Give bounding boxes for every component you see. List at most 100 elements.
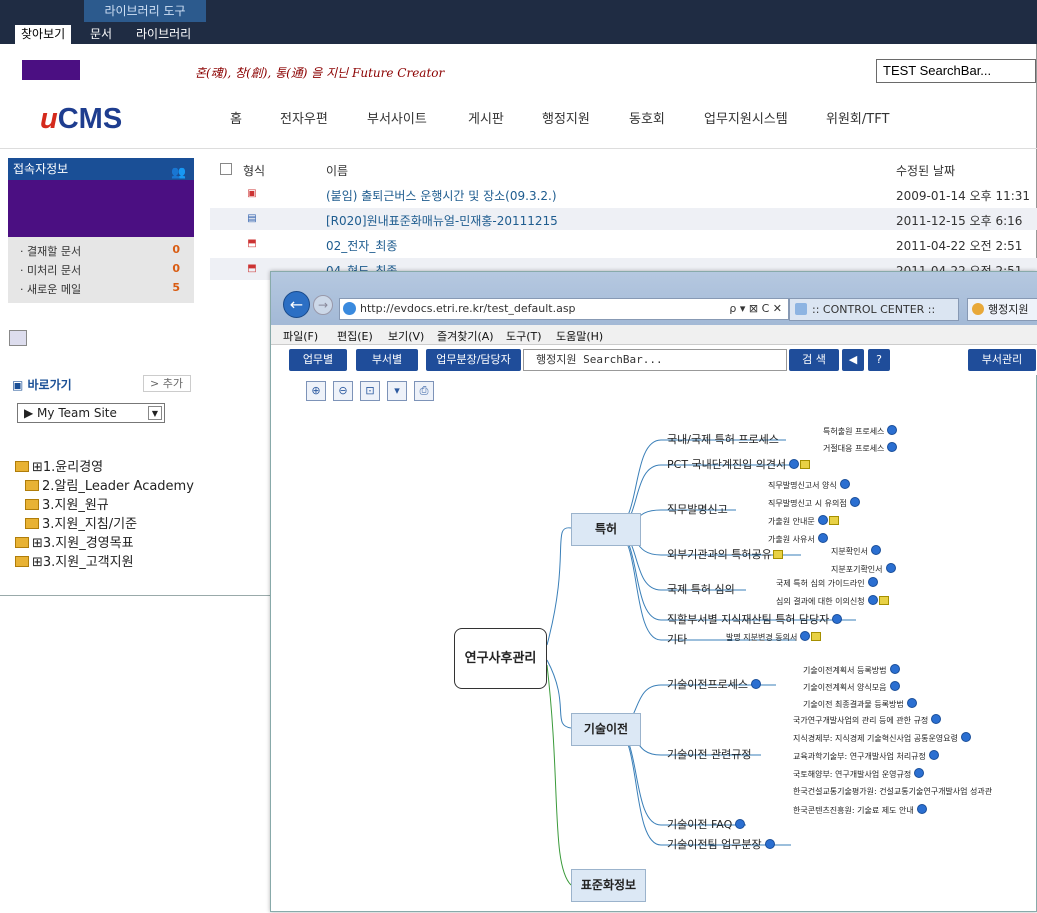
- assignment-button[interactable]: 업무분장/담당자: [426, 349, 521, 371]
- node-tt-rules[interactable]: 기술이전 관련규정: [667, 746, 751, 762]
- table-row[interactable]: ▤ [R020]원내표준화매뉴얼-민재홍-20111215 2011-12-15 오…: [210, 208, 1037, 230]
- tree-item[interactable]: 3.지원_원규: [25, 494, 109, 513]
- zoom-out-icon[interactable]: ⊖: [333, 381, 353, 401]
- ucms-logo[interactable]: uCMS: [40, 103, 122, 136]
- node-leaf[interactable]: 특허출원 프로세스: [823, 425, 898, 437]
- node-leaf[interactable]: 기술이전 최종결과물 등록방법: [803, 698, 917, 710]
- node-leaf[interactable]: 기술이전계획서 양식모음: [803, 681, 900, 693]
- address-bar[interactable]: http://evdocs.etri.re.kr/test_default.as…: [339, 298, 789, 320]
- tree-item[interactable]: 3.지원_지침/기준: [25, 513, 137, 532]
- table-row[interactable]: ⬒ 02_전자_최종 2011-04-22 오전 2:51: [210, 233, 1037, 255]
- branch-standards[interactable]: 표준화정보: [571, 869, 646, 902]
- root-node[interactable]: 연구사후관리: [454, 628, 547, 689]
- folder-icon: [15, 537, 29, 548]
- node-leaf[interactable]: 지식경제부: 지식경제 기술혁신사업 공통운영요령: [793, 732, 971, 744]
- node-etc[interactable]: 기타: [667, 631, 687, 647]
- node-patent-contact[interactable]: 직할부서별 지식재산팀 특허 담당자: [667, 611, 843, 627]
- word-icon: ▤: [247, 213, 257, 224]
- by-task-button[interactable]: 업무별: [289, 349, 347, 371]
- page-icon: [795, 303, 807, 315]
- node-patent-process[interactable]: 국내/국제 특허 프로세스: [667, 431, 779, 447]
- portal-search-input[interactable]: TEST SearchBar...: [876, 59, 1036, 83]
- by-dept-button[interactable]: 부서별: [356, 349, 418, 371]
- node-leaf[interactable]: 기술이전계획서 등록방법: [803, 664, 900, 676]
- tab-library[interactable]: 라이브러리: [130, 25, 197, 44]
- node-leaf[interactable]: 직무발명신고 시 유의점: [768, 497, 860, 509]
- menu-edit[interactable]: 편집(E): [337, 328, 373, 344]
- stat-mail[interactable]: · 새로운 메일 5: [20, 281, 190, 297]
- team-site-select[interactable]: ▶ My Team Site ▼: [17, 403, 165, 423]
- node-leaf[interactable]: 가출원 사유서: [768, 533, 828, 545]
- node-leaf[interactable]: 지분확인서: [831, 545, 881, 557]
- nav-home[interactable]: 홈: [230, 108, 242, 127]
- menu-file[interactable]: 파일(F): [283, 328, 318, 344]
- nav-work-support[interactable]: 업무지원시스템: [704, 108, 788, 127]
- col-name[interactable]: 이름: [326, 162, 348, 179]
- search-button[interactable]: 검 색: [789, 349, 839, 371]
- menu-favorites[interactable]: 즐겨찾기(A): [437, 328, 494, 344]
- prev-button[interactable]: ◀: [842, 349, 864, 371]
- nav-committee[interactable]: 위원회/TFT: [826, 108, 889, 127]
- menu-help[interactable]: 도움말(H): [556, 328, 603, 344]
- node-leaf[interactable]: 한국건설교통기술평가원: 건설교통기술연구개발사업 성과관: [793, 786, 992, 797]
- node-leaf[interactable]: 발명 지분변경 동의서: [726, 631, 822, 643]
- col-type[interactable]: 형식: [243, 162, 265, 179]
- fit-icon[interactable]: ⊡: [360, 381, 380, 401]
- tree-item[interactable]: ⊞3.지원_고객지원: [15, 551, 134, 570]
- menu-bar: 파일(F) 편집(E) 보기(V) 즐겨찾기(A) 도구(T) 도움말(H): [271, 325, 1037, 345]
- shortcut-add-button[interactable]: > 추가: [143, 375, 191, 392]
- col-date[interactable]: 수정된 날짜: [896, 162, 955, 179]
- node-tt-team[interactable]: 기술이전팀 업무분장: [667, 836, 775, 852]
- node-leaf[interactable]: 가출원 안내문: [768, 515, 839, 527]
- node-invention-report[interactable]: 직무발명신고: [667, 501, 728, 517]
- tree-item[interactable]: 2.알림_Leader Academy: [25, 475, 194, 494]
- stat-approval[interactable]: · 결재할 문서 0: [20, 243, 190, 259]
- menu-tools[interactable]: 도구(T): [506, 328, 542, 344]
- nav-buttons: ← →: [283, 291, 341, 318]
- table-row[interactable]: ▣ (붙임) 출퇴근버스 운행시간 및 장소(09.3.2.) 2009-01-14…: [210, 183, 1037, 205]
- stat-pending[interactable]: · 미처리 문서 0: [20, 262, 190, 278]
- tab-control-center[interactable]: :: CONTROL CENTER ::: [789, 298, 959, 321]
- nav-email[interactable]: 전자우편: [280, 108, 328, 127]
- node-leaf[interactable]: 국토해양부: 연구개발사업 운영규정: [793, 768, 925, 780]
- address-controls[interactable]: ρ ▾ ⊠ C ✕: [729, 299, 782, 319]
- node-tt-process[interactable]: 기술이전프로세스: [667, 676, 761, 692]
- shortcut-title: ▣ 바로가기: [12, 378, 72, 392]
- browser-chrome: ← → http://evdocs.etri.re.kr/test_defaul…: [271, 272, 1037, 325]
- tree-item[interactable]: ⊞1.윤리경영: [15, 456, 103, 475]
- nav-dept-sites[interactable]: 부서사이트: [367, 108, 427, 127]
- node-leaf[interactable]: 거절대응 프로세스: [823, 442, 898, 454]
- tab-browse[interactable]: 찾아보기: [15, 25, 72, 44]
- node-intl-review[interactable]: 국제 특허 심의: [667, 581, 735, 597]
- node-leaf[interactable]: 지분포기확인서: [831, 563, 896, 575]
- nav-board[interactable]: 게시판: [468, 108, 504, 127]
- node-leaf[interactable]: 한국콘텐츠진흥원: 기술료 제도 안내: [793, 804, 927, 816]
- admin-search-input[interactable]: 행정지원 SearchBar...: [523, 349, 787, 371]
- select-all-checkbox[interactable]: [220, 163, 232, 175]
- node-leaf[interactable]: 심의 결과에 대한 이의신청: [776, 595, 889, 607]
- help-button[interactable]: ?: [868, 349, 890, 371]
- node-leaf[interactable]: 국가연구개발사업의 관리 등에 관한 규정: [793, 714, 942, 726]
- node-pct[interactable]: PCT 국내단계진입 의견서: [667, 456, 811, 472]
- menu-view[interactable]: 보기(V): [388, 328, 424, 344]
- zoom-in-icon[interactable]: ⊕: [306, 381, 326, 401]
- dept-manage-button[interactable]: 부서관리: [968, 349, 1036, 371]
- nav-club[interactable]: 동호회: [629, 108, 665, 127]
- tab-documents[interactable]: 문서: [84, 25, 118, 44]
- folder-icon: [15, 461, 29, 472]
- image-icon[interactable]: [9, 330, 27, 346]
- forward-arrow-icon[interactable]: →: [313, 295, 333, 315]
- tab-admin[interactable]: 행정지원: [967, 298, 1037, 321]
- print-icon[interactable]: ⎙: [414, 381, 434, 401]
- node-external-share[interactable]: 외부기관과의 특허공유: [667, 546, 783, 562]
- branch-tech-transfer[interactable]: 기술이전: [571, 713, 641, 746]
- tree-item[interactable]: ⊞3.지원_경영목표: [15, 532, 134, 551]
- back-arrow-icon[interactable]: ←: [283, 291, 310, 318]
- node-leaf[interactable]: 직무발명신고서 양식: [768, 479, 850, 491]
- nav-admin-support[interactable]: 행정지원: [542, 108, 590, 127]
- export-icon[interactable]: ▾: [387, 381, 407, 401]
- node-tt-faq[interactable]: 기술이전 FAQ: [667, 816, 746, 832]
- branch-patent[interactable]: 특허: [571, 513, 641, 546]
- node-leaf[interactable]: 교육과학기술부: 연구개발사업 처리규정: [793, 750, 939, 762]
- node-leaf[interactable]: 국제 특허 심의 가이드라인: [776, 577, 878, 589]
